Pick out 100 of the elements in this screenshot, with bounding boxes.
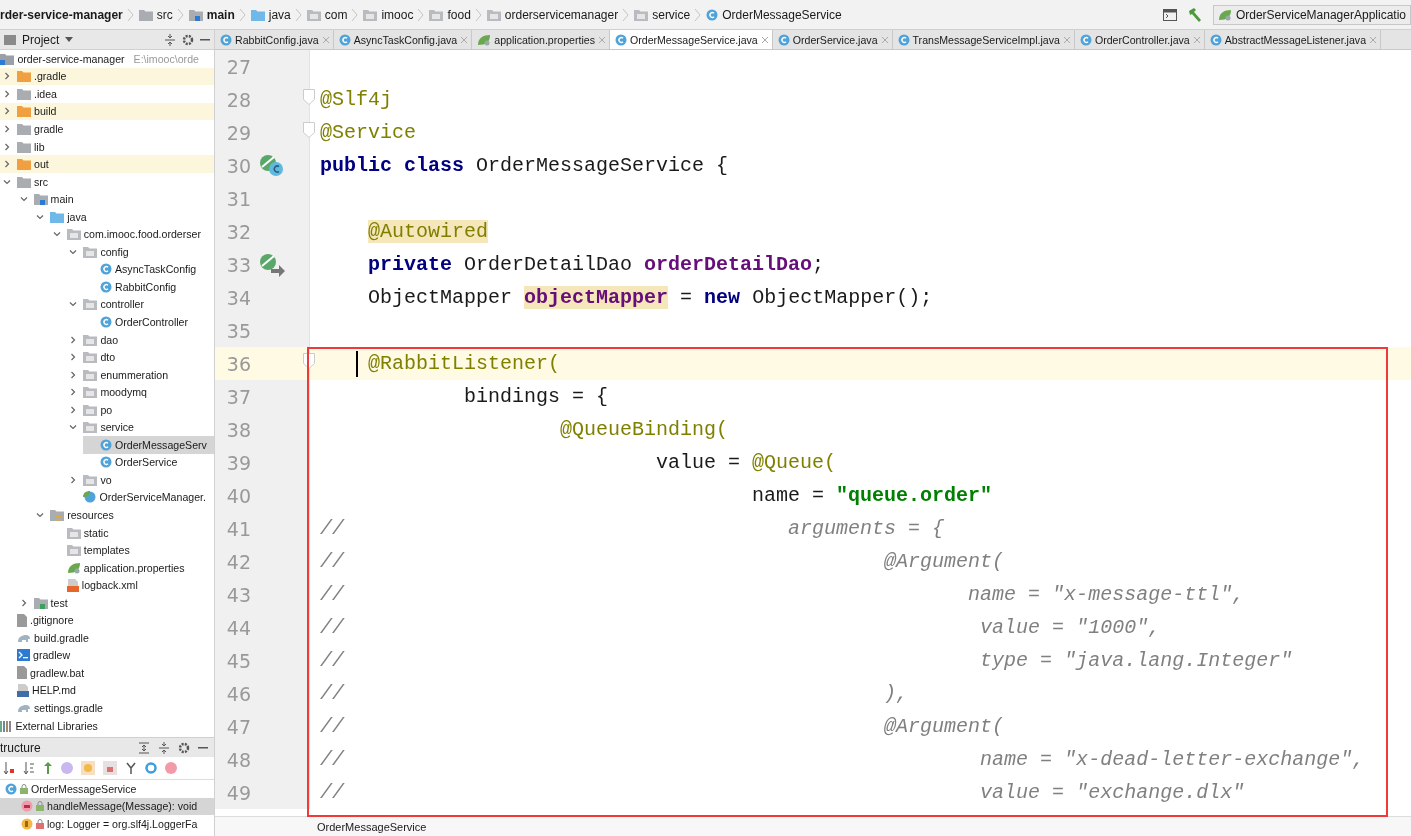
line-number: 39 [225,451,251,474]
terminal-icon [17,649,30,662]
tree-item[interactable]: build [0,102,214,121]
panel-title[interactable]: tructure [0,740,41,755]
editor-tab[interactable]: RabbitConfig.java [215,30,334,49]
tree-item[interactable]: OrderServiceManager. [66,488,214,507]
editor-tab[interactable]: OrderController.java [1074,30,1205,49]
fold-marker-icon[interactable] [303,122,315,138]
tree-item[interactable]: dto [66,348,214,366]
breadcrumb-item[interactable]: orderservicemanager [486,7,619,22]
tree-item[interactable]: lib [0,137,214,156]
tree-item[interactable]: templates [49,541,214,559]
run-configuration-dropdown[interactable]: OrderServiceManagerApplicatio [1212,4,1411,25]
tree-item[interactable]: out [0,155,214,173]
dropdown-caret-icon[interactable] [65,37,74,42]
tree-item[interactable]: moodymq [66,383,214,401]
structure-item[interactable]: OrderMessageService [0,780,214,798]
tree-item[interactable]: config [66,243,214,261]
tree-item[interactable]: gradlew.bat [0,664,214,682]
source-folder-icon [33,193,48,206]
tree-item[interactable]: po [66,400,214,419]
fork-icon[interactable] [125,762,137,774]
breadcrumb-item[interactable]: com [306,7,348,22]
package-icon [66,228,81,241]
editor-tab[interactable]: application.properties [472,30,610,49]
breadcrumb-item[interactable]: rder-service-manager [0,7,123,22]
panel-title[interactable]: Project [22,32,60,47]
settings-icon[interactable] [178,741,190,754]
editor-tab[interactable]: TransMessageServiceImpl.java [892,30,1075,49]
tree-item[interactable]: enummeration [66,365,214,384]
tree-item[interactable]: controller [66,295,214,314]
tree-item[interactable]: logback.xml [49,576,214,594]
folder-icon [17,175,31,188]
tree-item[interactable]: .gradle [0,67,214,86]
tree-item[interactable]: OrderService [83,453,214,472]
tree-item[interactable]: com.imooc.food.orderser [49,225,214,243]
breadcrumb-item[interactable]: service [634,7,691,22]
breadcrumb-item[interactable]: java [250,7,291,22]
sort-icon[interactable] [3,762,15,774]
tree-item[interactable]: src [0,172,214,191]
collapse-icon[interactable] [158,741,170,754]
editor-tab[interactable]: AsyncTaskConfig.java [333,30,473,49]
breadcrumb-item[interactable]: food [429,7,471,22]
line-number: 38 [225,418,251,441]
settings-icon[interactable] [182,33,194,46]
breadcrumb-item[interactable]: OrderMessageService [317,821,427,833]
module-folder-icon [0,52,15,65]
chevron-separator-icon [176,7,185,22]
chevron-separator-icon [694,7,703,22]
tree-item[interactable]: gradle [0,120,214,138]
breadcrumb-item[interactable]: OrderMessageService [706,7,842,22]
structure-item[interactable]: handleMessage(Message): void [0,797,214,816]
tree-item[interactable]: settings.gradle [0,699,214,717]
code-line: public class OrderMessageService { [319,153,729,179]
ring-icon[interactable] [145,762,157,774]
sort-icon[interactable] [23,762,35,774]
circle-icon[interactable] [165,762,177,774]
tree-item[interactable]: External Libraries [0,716,214,735]
breadcrumb-item[interactable]: main [188,7,235,22]
breadcrumb-item[interactable]: imooc [363,7,414,22]
tree-item[interactable]: resources [33,506,214,524]
tree-item[interactable]: RabbitConfig [83,278,214,296]
tree-item[interactable]: OrderMessageServ [83,436,214,454]
tree-item[interactable]: java [33,207,214,226]
tree-item[interactable]: order-service-manager E:\imooc\orde [0,50,214,68]
tree-item[interactable]: HELP.md [0,681,214,700]
collapse-icon[interactable] [164,33,176,46]
properties-file-icon [477,33,492,46]
tree-item[interactable]: OrderController [83,313,214,331]
fold-marker-icon[interactable] [303,89,315,105]
editor-tab[interactable]: OrderService.java [772,30,893,49]
close-icon[interactable] [760,35,769,44]
tree-item[interactable]: dao [66,330,214,349]
hammer-icon[interactable] [1186,6,1203,23]
fold-marker-icon[interactable] [303,353,315,369]
tree-item[interactable]: main [16,190,214,208]
minimize-icon[interactable] [198,746,208,749]
expand-all-icon[interactable] [138,741,150,754]
tree-item[interactable]: .gitignore [0,611,214,630]
minimize-icon[interactable] [200,38,210,41]
tree-item[interactable]: .idea [0,85,214,103]
tree-item[interactable]: application.properties [49,558,214,577]
tree-item[interactable]: test [16,593,214,612]
tree-item[interactable]: static [49,523,214,542]
package-icon [66,526,81,539]
bean-navigate-icon[interactable] [259,252,285,277]
bean-class-icon[interactable] [259,153,285,178]
structure-item[interactable]: log: Logger = org.slf4j.LoggerFa [0,815,214,833]
terminal-icon[interactable] [1162,8,1177,21]
editor-tab[interactable]: OrderMessageService.java [609,30,773,49]
tree-item[interactable]: vo [66,471,214,489]
tree-item[interactable]: build.gradle [0,629,214,647]
editor-tab[interactable]: AbstractMessageListener.java [1204,30,1382,49]
tree-item[interactable]: gradlew [0,646,214,665]
tree-item[interactable]: AsyncTaskConfig [83,260,214,279]
inherited-icon[interactable] [43,762,53,774]
class-icon [100,280,112,293]
line-number: 35 [225,319,251,342]
tree-item[interactable]: service [66,418,214,437]
breadcrumb-item[interactable]: src [138,7,173,22]
